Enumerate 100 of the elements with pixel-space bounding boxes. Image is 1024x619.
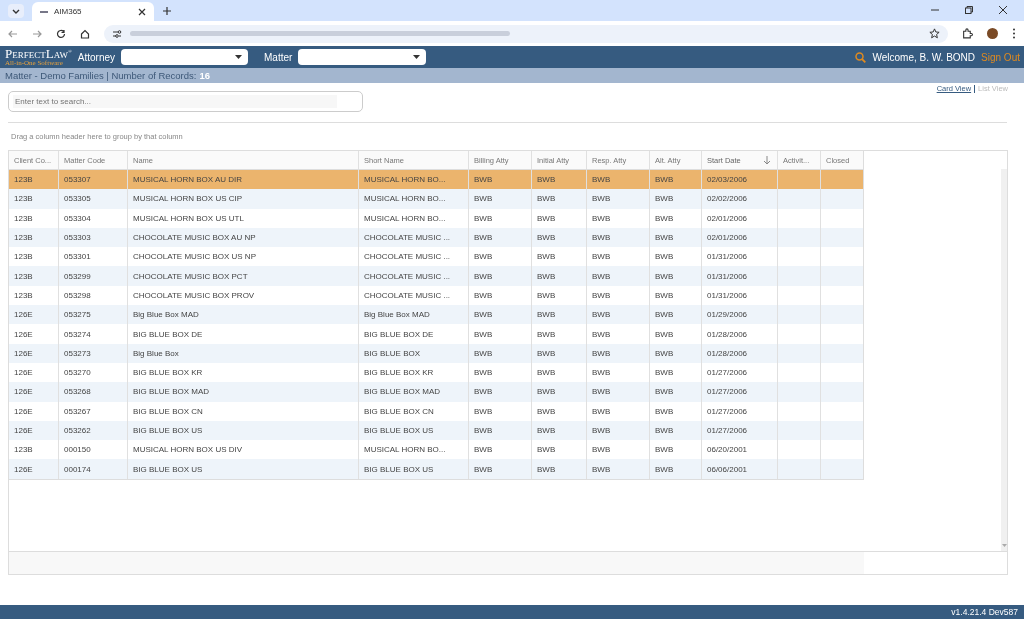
tab-list-icon[interactable] xyxy=(8,4,24,18)
table-cell: 053268 xyxy=(64,387,91,397)
table-cell: BWB xyxy=(592,329,611,339)
table-row[interactable]: 123B 053307 MUSICAL HORN BOX AU DIR MUSICAL HORN BO... BWB BWB BWB BWB 02/03/2006 xyxy=(9,170,863,190)
table-cell: BWB xyxy=(655,175,674,185)
table-cell: 126E xyxy=(14,406,33,416)
table-cell: BWB xyxy=(592,445,611,455)
search-icon[interactable] xyxy=(855,51,867,63)
table-cell: BIG BLUE BOX DE xyxy=(133,329,203,339)
table-cell: CHOCOLATE MUSIC ... xyxy=(364,290,451,300)
table-row[interactable]: 123B 053303 CHOCOLATE MUSIC BOX AU NP CHOCOLATE MUSIC ... BWB BWB BWB BWB 02/01/2006 xyxy=(9,227,863,248)
table-cell: 053307 xyxy=(64,175,91,185)
table-row[interactable]: 126E 053273 Big Blue Box BIG BLUE BOX BWB BWB BWB BWB 01/28/2006 xyxy=(9,343,863,363)
table-cell: BWB xyxy=(592,387,611,397)
table-row[interactable]: 123B 053305 MUSICAL HORN BOX US CIP MUSICAL HORN BO... BWB BWB BWB BWB 02/02/2006 xyxy=(9,189,863,209)
table-cell: BIG BLUE BOX US xyxy=(364,426,434,435)
table-cell: 01/27/2006 xyxy=(707,368,748,378)
table-cell: BWB xyxy=(655,194,674,204)
close-icon[interactable] xyxy=(998,5,1008,15)
table-cell: Big Blue Box MAD xyxy=(364,310,430,320)
puzzle-icon[interactable] xyxy=(962,28,973,39)
close-icon[interactable] xyxy=(138,7,146,16)
version-label: v1.4.21.4 Dev587 xyxy=(951,607,1018,617)
table-cell: 123B xyxy=(14,213,33,223)
table-cell: 01/29/2006 xyxy=(707,310,748,320)
table-cell: MUSICAL HORN BO... xyxy=(364,175,446,185)
table-cell: BWB xyxy=(537,175,556,185)
table-cell: BIG BLUE BOX US xyxy=(133,464,203,474)
table-cell: BIG BLUE BOX KR xyxy=(364,368,434,378)
table-cell: MUSICAL HORN BOX US CIP xyxy=(133,194,243,204)
table-cell: BWB xyxy=(655,426,674,435)
favicon-icon xyxy=(40,10,48,13)
table-cell: BWB xyxy=(592,426,611,435)
table-cell: 01/27/2006 xyxy=(707,406,748,416)
new-tab-icon[interactable] xyxy=(162,6,172,16)
table-cell: CHOCOLATE MUSIC ... xyxy=(364,271,451,281)
back-icon[interactable] xyxy=(8,28,18,39)
forward-icon[interactable] xyxy=(32,28,42,39)
table-row[interactable]: 126E 053268 BIG BLUE BOX MAD BIG BLUE BOX MAD BWB BWB BWB BWB 01/27/2006 xyxy=(9,382,863,402)
browser-tab[interactable]: AIM365 xyxy=(32,2,154,21)
table-cell: 053301 xyxy=(64,252,91,262)
table-cell: BWB xyxy=(537,213,556,223)
table-cell: BIG BLUE BOX US xyxy=(364,464,434,474)
table-cell: BIG BLUE BOX MAD xyxy=(133,387,210,397)
table-cell: 123B xyxy=(14,252,33,262)
table-cell: 01/28/2006 xyxy=(707,329,748,339)
more-icon[interactable] xyxy=(1012,28,1016,39)
table-cell: 06/06/2001 xyxy=(707,464,748,474)
table-cell: BWB xyxy=(655,233,674,243)
table-cell: BWB xyxy=(537,406,556,416)
table-cell: BWB xyxy=(592,194,611,204)
table-cell: BWB xyxy=(537,426,556,435)
table-cell: BWB xyxy=(474,387,493,397)
table-cell: 126E xyxy=(14,310,33,320)
reload-icon[interactable] xyxy=(56,28,66,39)
table-cell: BWB xyxy=(537,194,556,204)
table-cell: BIG BLUE BOX CN xyxy=(133,406,203,416)
table-cell: BWB xyxy=(474,406,493,416)
record-count: 16 xyxy=(199,70,211,81)
table-cell: 053274 xyxy=(64,329,91,339)
table-cell: 01/31/2006 xyxy=(707,271,748,281)
restore-icon[interactable] xyxy=(964,5,974,15)
table-cell: 06/20/2001 xyxy=(707,445,748,455)
table-cell: 126E xyxy=(14,387,33,397)
home-icon[interactable] xyxy=(80,28,90,39)
table-cell: BWB xyxy=(474,329,493,339)
table-cell: BWB xyxy=(655,252,674,262)
table-cell: 126E xyxy=(14,426,33,435)
table-cell: 053273 xyxy=(64,348,91,358)
table-cell: 053304 xyxy=(64,213,91,223)
scrollbar[interactable] xyxy=(1001,169,1007,551)
table-cell: MUSICAL HORN BOX AU DIR xyxy=(133,175,243,185)
star-icon[interactable] xyxy=(929,28,940,39)
table-row[interactable]: 126E 053275 Big Blue Box MAD Big Blue Box MAD BWB BWB BWB BWB 01/29/2006 xyxy=(9,305,863,325)
table-cell: 126E xyxy=(14,464,33,474)
table-cell: 02/01/2006 xyxy=(707,213,748,223)
table-cell: BIG BLUE BOX DE xyxy=(364,329,434,339)
table-cell: BIG BLUE BOX US xyxy=(133,426,203,435)
table-row[interactable]: 126E 000174 BIG BLUE BOX US BIG BLUE BOX US BWB BWB BWB BWB 06/06/2001 xyxy=(9,459,863,479)
caret-icon xyxy=(235,55,242,59)
page-title: Matter - Demo Families | Number of Records: xyxy=(5,70,197,81)
table-cell: CHOCOLATE MUSIC BOX PROV xyxy=(133,290,255,300)
table-row[interactable]: 123B 053299 CHOCOLATE MUSIC BOX PCT CHOCOLATE MUSIC ... BWB BWB BWB BWB 01/31/2006 xyxy=(9,266,863,286)
table-cell: 123B xyxy=(14,271,33,281)
table-cell: MUSICAL HORN BO... xyxy=(364,445,446,455)
table-cell: BWB xyxy=(655,310,674,320)
avatar-icon[interactable] xyxy=(987,28,998,39)
table-cell: BWB xyxy=(474,290,493,300)
search-field[interactable]: Enter text to search... xyxy=(8,91,363,112)
table-cell: BIG BLUE BOX KR xyxy=(133,368,203,378)
table-cell: 126E xyxy=(14,368,33,378)
table-cell: 123B xyxy=(14,290,33,300)
table-row[interactable]: 126E 053262 BIG BLUE BOX US BIG BLUE BOX US BWB BWB BWB BWB 01/27/2006 xyxy=(9,420,863,441)
table-cell: BWB xyxy=(474,213,493,223)
table-cell: BWB xyxy=(592,252,611,262)
site-settings-icon[interactable] xyxy=(112,28,122,39)
table-cell: BWB xyxy=(592,464,611,474)
table-cell: BWB xyxy=(474,175,493,185)
matter-dropdown[interactable] xyxy=(298,49,427,65)
table-cell: 01/28/2006 xyxy=(707,348,748,358)
